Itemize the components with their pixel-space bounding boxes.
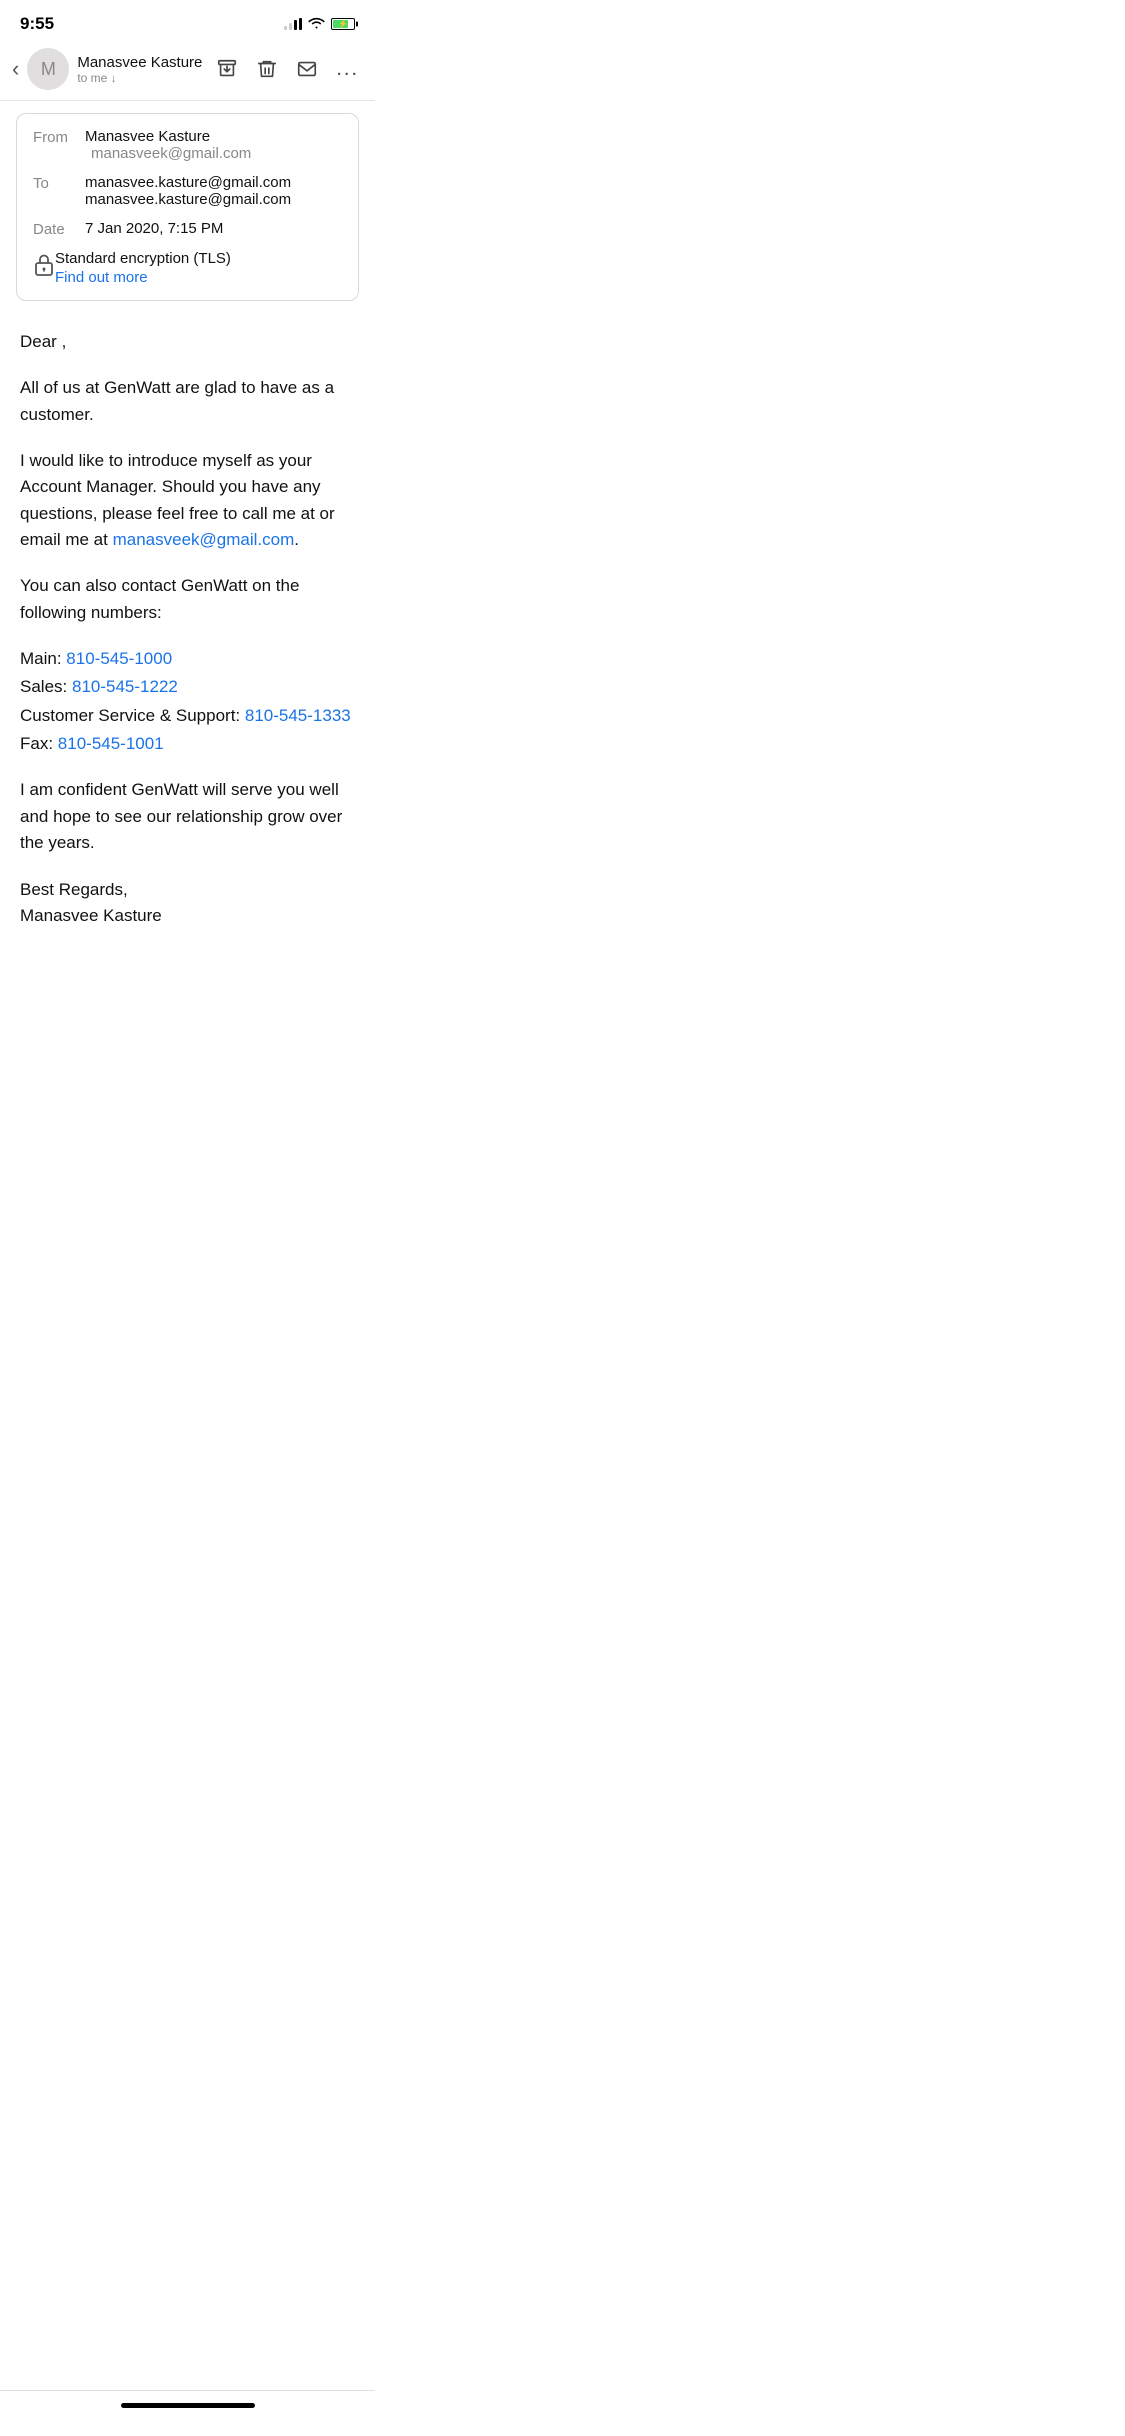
from-value: Manasvee Kasture manasveek@gmail.com — [85, 128, 342, 162]
email-header: ‹ M Manasvee Kasture to me ↓ ... — [0, 40, 375, 101]
delete-button[interactable] — [256, 58, 278, 80]
para2: I would like to introduce myself as your… — [20, 448, 355, 553]
cs-label: Customer Service & Support: — [20, 706, 245, 725]
header-actions: ... — [216, 58, 359, 81]
fax-phone-link[interactable]: 810-545-1001 — [58, 734, 164, 753]
contact-numbers: Main: 810-545-1000 Sales: 810-545-1222 C… — [20, 646, 355, 757]
cs-number: Customer Service & Support: 810-545-1333 — [20, 703, 355, 729]
sender-name: Manasvee Kasture — [77, 54, 208, 71]
to-row: To manasvee.kasture@gmail.com manasvee.k… — [33, 174, 342, 208]
main-phone-link[interactable]: 810-545-1000 — [66, 649, 172, 668]
wifi-icon — [308, 16, 325, 32]
sender-sub: to me ↓ — [77, 71, 208, 85]
status-time: 9:55 — [20, 14, 54, 34]
date-row: Date 7 Jan 2020, 7:15 PM — [33, 220, 342, 238]
encryption-label: Standard encryption (TLS) — [55, 250, 231, 267]
from-label: From — [33, 128, 85, 146]
find-out-more-link[interactable]: Find out more — [55, 269, 231, 286]
para4: I am confident GenWatt will serve you we… — [20, 777, 355, 856]
email-body: Dear , All of us at GenWatt are glad to … — [0, 313, 375, 989]
battery-icon: ⚡ — [331, 18, 355, 30]
to-label: To — [33, 174, 85, 192]
mail-button[interactable] — [296, 58, 318, 80]
back-button[interactable]: ‹ — [12, 58, 19, 80]
email-meta-card: From Manasvee Kasture manasveek@gmail.co… — [16, 113, 359, 301]
more-button[interactable]: ... — [336, 58, 359, 81]
archive-button[interactable] — [216, 58, 238, 80]
sales-number: Sales: 810-545-1222 — [20, 674, 355, 700]
fax-number: Fax: 810-545-1001 — [20, 731, 355, 757]
encryption-info: Standard encryption (TLS) Find out more — [55, 250, 231, 286]
avatar: M — [27, 48, 69, 90]
sales-phone-link[interactable]: 810-545-1222 — [72, 677, 178, 696]
to-value: manasvee.kasture@gmail.com manasvee.kast… — [85, 174, 342, 208]
to-email2: manasvee.kasture@gmail.com — [85, 191, 291, 208]
from-name: Manasvee Kasture — [85, 128, 210, 145]
lock-icon — [33, 252, 55, 282]
closing-name: Manasvee Kasture — [20, 906, 162, 925]
greeting: Dear , — [20, 329, 355, 355]
para3: You can also contact GenWatt on the foll… — [20, 573, 355, 626]
cs-phone-link[interactable]: 810-545-1333 — [245, 706, 351, 725]
email-link[interactable]: manasveek@gmail.com — [113, 530, 295, 549]
date-value: 7 Jan 2020, 7:15 PM — [85, 220, 342, 237]
status-icons: ⚡ — [284, 16, 355, 32]
para1: All of us at GenWatt are glad to have as… — [20, 375, 355, 428]
closing-text: Best Regards, — [20, 880, 128, 899]
from-row: From Manasvee Kasture manasveek@gmail.co… — [33, 128, 342, 162]
encryption-row: Standard encryption (TLS) Find out more — [33, 250, 342, 286]
closing: Best Regards, Manasvee Kasture — [20, 877, 355, 930]
bottom-bar — [0, 2390, 375, 2436]
signal-icon — [284, 18, 302, 30]
main-number: Main: 810-545-1000 — [20, 646, 355, 672]
fax-label: Fax: — [20, 734, 58, 753]
date-label: Date — [33, 220, 85, 238]
para2-end: . — [294, 530, 299, 549]
status-bar: 9:55 ⚡ — [0, 0, 375, 40]
sales-label: Sales: — [20, 677, 72, 696]
main-label: Main: — [20, 649, 66, 668]
sender-info: Manasvee Kasture to me ↓ — [77, 54, 208, 85]
to-email1: manasvee.kasture@gmail.com — [85, 174, 291, 191]
back-chevron-icon: ‹ — [12, 58, 19, 80]
from-email: manasveek@gmail.com — [91, 145, 251, 162]
home-indicator — [121, 2403, 255, 2408]
